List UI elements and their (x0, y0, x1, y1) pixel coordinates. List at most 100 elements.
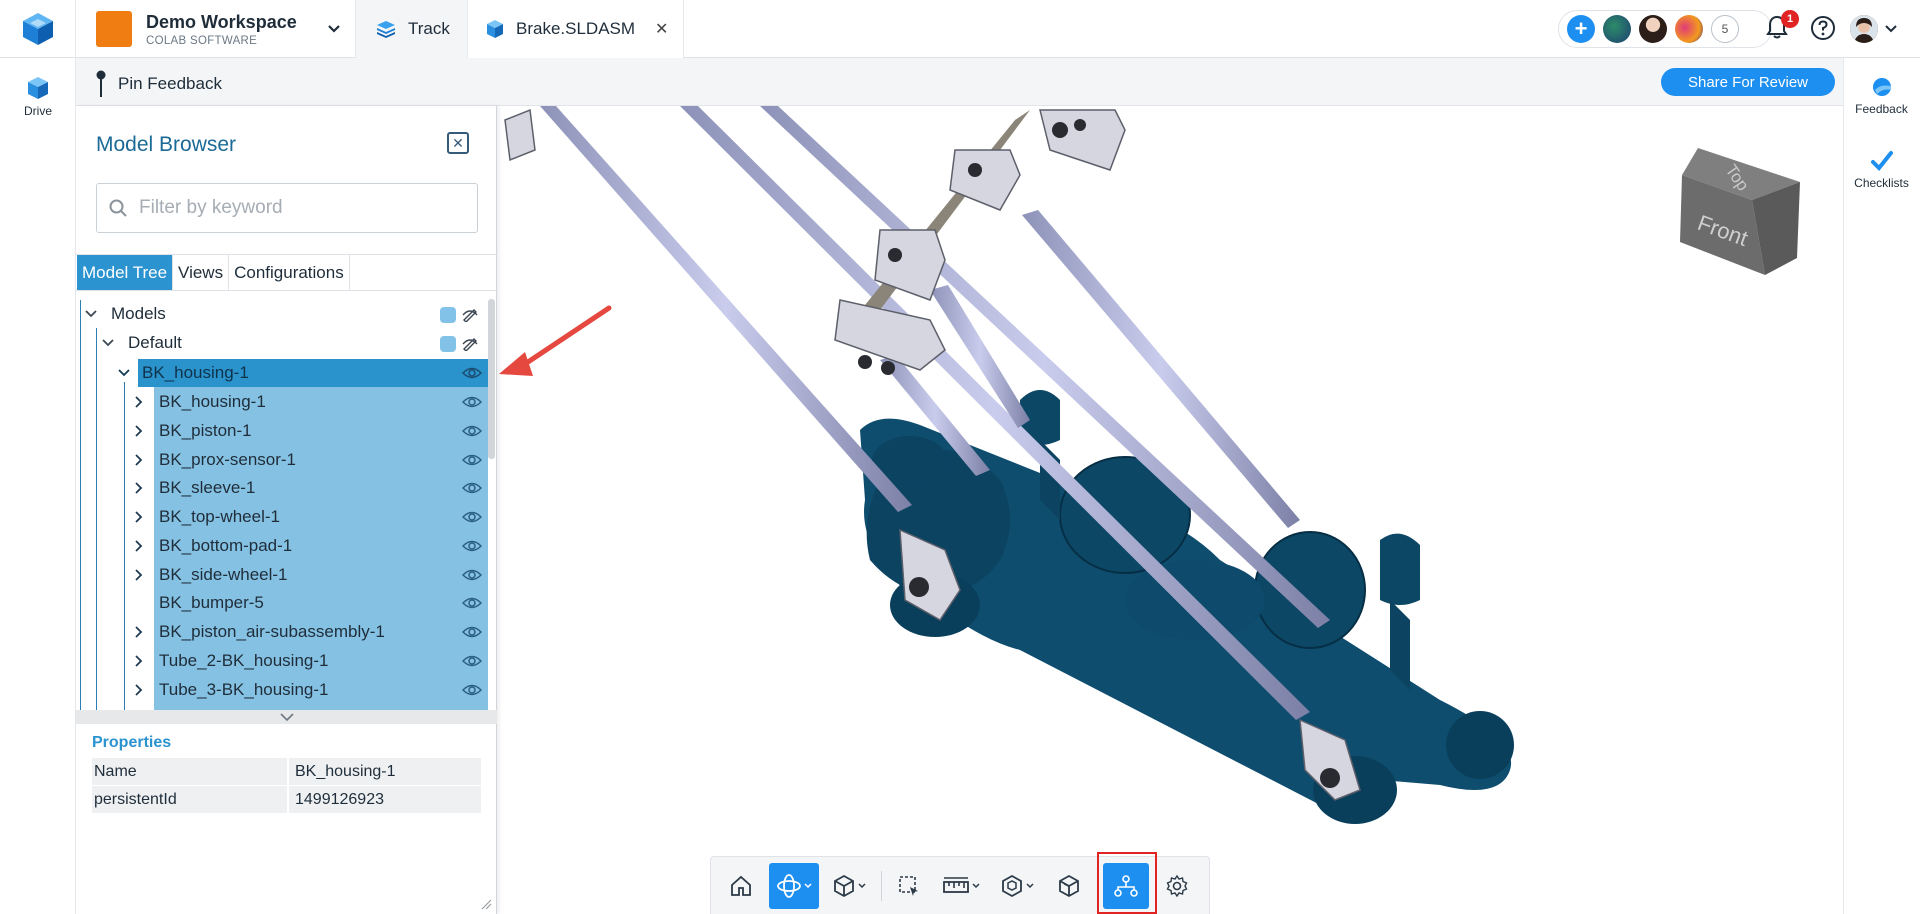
eye-icon[interactable] (462, 653, 482, 669)
tree-node-label: Tube_2-BK_housing-1 (159, 651, 329, 670)
avatar[interactable] (1639, 15, 1667, 43)
sidebar-item-checklists[interactable]: Checklists (1843, 150, 1920, 190)
user-avatar[interactable] (1850, 15, 1878, 43)
tab-views[interactable]: Views (173, 255, 230, 290)
tree-node-selected[interactable]: BK_housing-1 (76, 359, 488, 387)
eye-icon[interactable] (462, 365, 482, 381)
color-swatch[interactable] (440, 307, 456, 323)
tab-brake-label: Brake.SLDASM (516, 19, 636, 38)
eye-icon[interactable] (462, 682, 482, 698)
chevron-down-icon (858, 883, 866, 889)
tree-node[interactable]: BK_side-wheel-1 (76, 561, 488, 589)
share-for-review-button[interactable]: Share For Review (1661, 68, 1835, 96)
eye-icon[interactable] (462, 595, 482, 611)
chevron-down-icon[interactable] (1885, 25, 1897, 33)
orbit-button[interactable] (769, 863, 819, 909)
panel-splitter[interactable] (76, 710, 497, 724)
chevron-down-icon (804, 883, 812, 889)
tree-scrollbar[interactable] (488, 299, 495, 459)
red-arrow-annotation (499, 305, 612, 376)
workspace-switcher[interactable]: Demo Workspace COLAB SOFTWARE (76, 0, 356, 58)
close-panel-icon[interactable]: ✕ (447, 132, 469, 154)
help-icon[interactable] (1810, 15, 1836, 41)
3d-viewport[interactable]: Top Front (497, 106, 1843, 914)
brake-assembly-model[interactable] (497, 106, 1843, 914)
box-select-button[interactable] (889, 863, 929, 909)
tree-node-label: Tube_3-BK_housing-1 (159, 680, 329, 699)
tree-node[interactable]: BK_housing-1 (76, 388, 488, 416)
chevron-down-icon (118, 369, 130, 377)
avatar[interactable] (1603, 15, 1631, 43)
chevron-down-icon (102, 339, 114, 347)
eye-icon[interactable] (462, 394, 482, 410)
tree-node[interactable]: Tube_2-BK_housing-1 (76, 647, 488, 675)
tab-model-tree[interactable]: Model Tree (77, 255, 174, 290)
sidebar-item-feedback[interactable]: Feedback (1843, 76, 1920, 116)
pin-feedback-bar (76, 58, 1843, 106)
tree-node[interactable]: BK_bottom-pad-1 (76, 532, 488, 560)
tree-node-models[interactable]: Models (76, 300, 488, 328)
add-collaborator-button[interactable]: + (1567, 15, 1595, 43)
chevron-right-icon (135, 425, 143, 437)
eye-icon[interactable] (462, 624, 482, 640)
resize-handle-icon[interactable] (480, 898, 492, 910)
chevron-right-icon (135, 454, 143, 466)
tree-node[interactable]: BK_piston-1 (76, 417, 488, 445)
filter-input-wrapper[interactable] (96, 183, 478, 233)
tree-node[interactable]: Tube_3-BK_housing-1 (76, 676, 488, 704)
app-logo[interactable] (0, 0, 76, 58)
measure-button[interactable] (937, 863, 985, 909)
property-value: BK_housing-1 (289, 758, 481, 785)
hide-icon[interactable] (462, 306, 478, 322)
explode-button[interactable] (993, 863, 1041, 909)
tree-node[interactable]: BK_bumper-5 (76, 589, 488, 617)
tab-track[interactable]: Track (356, 0, 468, 58)
eye-icon[interactable] (462, 452, 482, 468)
more-collaborators-count[interactable]: 5 (1711, 15, 1739, 43)
model-tree: Models Default BK_housing-1 BK_housing-1… (76, 298, 497, 710)
tree-node[interactable]: BK_prox-sensor-1 (76, 446, 488, 474)
tree-node-default[interactable]: Default (76, 329, 488, 357)
eye-icon[interactable] (462, 480, 482, 496)
tree-node-label: BK_bumper-5 (159, 593, 264, 612)
home-icon (731, 875, 751, 896)
eye-icon[interactable] (462, 509, 482, 525)
section-button[interactable] (1049, 863, 1089, 909)
tree-node-label: BK_bottom-pad-1 (159, 536, 293, 555)
tree-node-label: BK_housing-1 (159, 392, 266, 411)
gear-icon (1166, 874, 1188, 898)
tree-node-label: Models (111, 304, 166, 323)
feedback-icon (1872, 78, 1891, 96)
drive-label: Drive (23, 104, 52, 118)
eye-icon[interactable] (462, 538, 482, 554)
tree-node[interactable]: BK_top-wheel-1 (76, 503, 488, 531)
collaborators-group: + 5 (1558, 10, 1772, 48)
close-icon[interactable]: ✕ (655, 19, 668, 39)
tree-node[interactable]: BK_piston_air-subassembly-1 (76, 618, 488, 646)
eye-icon[interactable] (462, 423, 482, 439)
pin-feedback-label: Pin Feedback (118, 74, 222, 93)
part-cube-icon (487, 20, 503, 38)
hide-icon[interactable] (462, 335, 478, 351)
feedback-label: Feedback (1855, 102, 1908, 116)
tab-brake-sldasm[interactable]: Brake.SLDASM ✕ (468, 0, 684, 58)
view-cube-button[interactable] (826, 863, 872, 909)
chevron-right-icon (135, 511, 143, 523)
tree-node[interactable]: BK_sleeve-1 (76, 474, 488, 502)
property-row: Name BK_housing-1 (92, 758, 481, 785)
toolbar-divider (881, 871, 882, 901)
color-swatch[interactable] (440, 336, 456, 352)
chevron-down-icon (85, 310, 97, 318)
home-button[interactable] (721, 863, 761, 909)
sidebar-item-drive[interactable]: Drive (0, 76, 76, 118)
eye-icon[interactable] (462, 567, 482, 583)
properties-title: Properties (92, 734, 172, 751)
settings-button[interactable] (1157, 863, 1197, 909)
tab-configurations[interactable]: Configurations (229, 255, 350, 290)
pin-feedback-button[interactable]: Pin Feedback (96, 70, 222, 98)
avatar[interactable] (1675, 15, 1703, 43)
filter-input[interactable] (139, 197, 459, 219)
property-key: Name (92, 758, 287, 785)
chevron-right-icon (135, 626, 143, 638)
model-browser-title: Model Browser (96, 133, 237, 156)
